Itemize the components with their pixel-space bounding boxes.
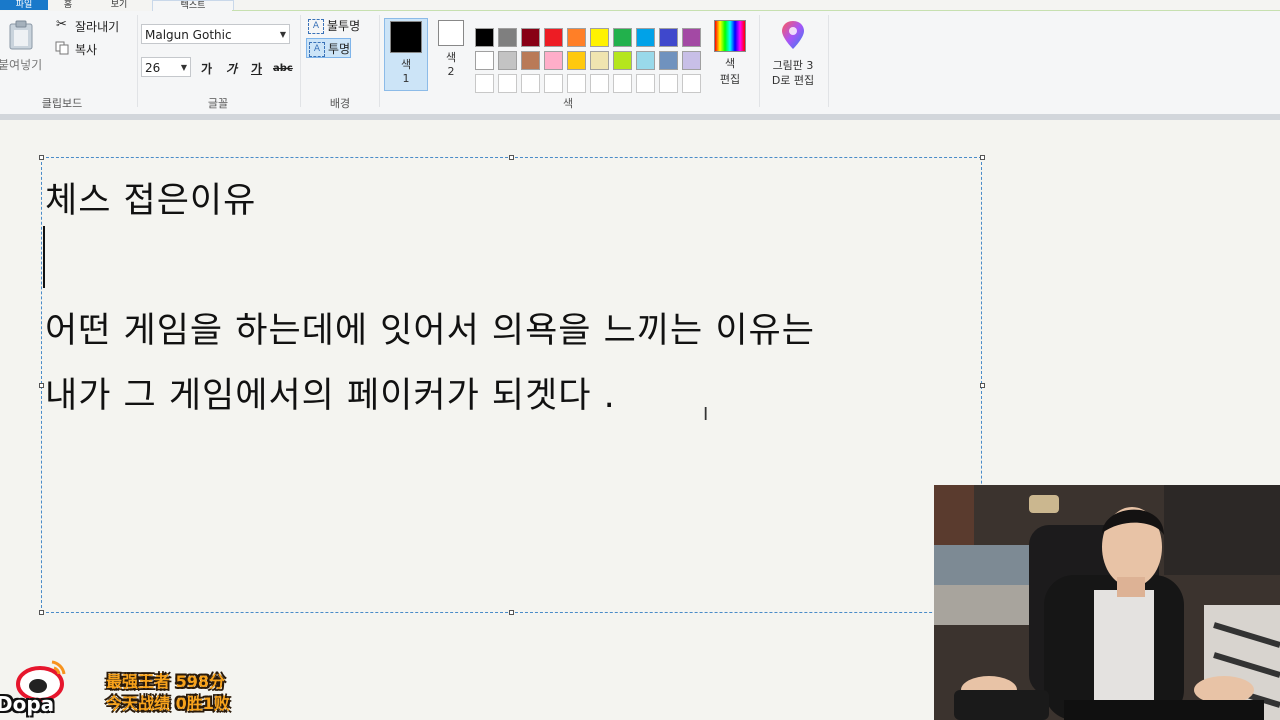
tab-text[interactable]: 텍스트 bbox=[152, 0, 234, 11]
palette-color-swatch[interactable] bbox=[567, 74, 586, 93]
palette-color-swatch[interactable] bbox=[521, 51, 540, 70]
text-line-title[interactable]: 체스 접은이유 bbox=[45, 172, 256, 223]
separator bbox=[828, 15, 829, 107]
tab-file[interactable]: 파일 bbox=[0, 0, 48, 10]
palette-color-swatch[interactable] bbox=[682, 28, 701, 47]
transparent-button[interactable]: A 투명 bbox=[306, 38, 352, 58]
tab-view[interactable]: 보기 bbox=[100, 0, 138, 10]
palette-color-swatch[interactable] bbox=[590, 28, 609, 47]
text-line-body[interactable]: 내가 그 게임에서의 페이커가 되겟다 . bbox=[45, 367, 616, 418]
webcam-image bbox=[934, 485, 1280, 720]
text-opaque-icon: A bbox=[308, 19, 324, 34]
font-group-label: 글꼴 bbox=[207, 97, 229, 110]
palette-color-swatch[interactable] bbox=[613, 51, 632, 70]
font-family-select[interactable]: Malgun Gothic ▼ bbox=[141, 24, 290, 44]
text-caret bbox=[43, 226, 45, 288]
palette-color-swatch[interactable] bbox=[521, 28, 540, 47]
color1-number: 1 bbox=[402, 72, 410, 85]
color2-label: 색 bbox=[445, 51, 457, 64]
palette-color-swatch[interactable] bbox=[475, 28, 494, 47]
color1-swatch bbox=[390, 21, 422, 53]
edit-colors-label-1: 색 bbox=[724, 57, 736, 70]
paste-icon bbox=[9, 20, 33, 50]
resize-handle[interactable] bbox=[39, 610, 44, 615]
color2-button[interactable]: 색 2 bbox=[429, 18, 473, 91]
copy-label: 복사 bbox=[75, 43, 98, 57]
palette-color-swatch[interactable] bbox=[567, 28, 586, 47]
palette-color-swatch[interactable] bbox=[521, 74, 540, 93]
separator bbox=[300, 15, 301, 107]
strikethrough-button[interactable]: abc bbox=[273, 63, 293, 74]
paint3d-label-2: D로 편집 bbox=[771, 74, 815, 87]
palette-color-swatch[interactable] bbox=[636, 74, 655, 93]
copy-icon bbox=[55, 41, 69, 55]
paint3d-label-1: 그림판 3 bbox=[772, 59, 814, 72]
color1-label: 색 bbox=[400, 58, 412, 71]
palette-color-swatch[interactable] bbox=[498, 74, 517, 93]
streamer-handle: Dopa bbox=[0, 692, 55, 716]
color1-button[interactable]: 색 1 bbox=[384, 18, 428, 91]
palette-color-swatch[interactable] bbox=[659, 28, 678, 47]
text-line-body[interactable]: 어떤 게임을 하는데에 잇어서 의욕을 느끼는 이유는 bbox=[45, 302, 815, 353]
chevron-down-icon: ▼ bbox=[279, 30, 286, 39]
cut-label: 잘라내기 bbox=[75, 20, 120, 34]
text-transparent-icon: A bbox=[309, 42, 325, 57]
palette-color-swatch[interactable] bbox=[613, 74, 632, 93]
palette-color-swatch[interactable] bbox=[636, 51, 655, 70]
separator bbox=[137, 15, 138, 107]
italic-button[interactable]: 가 bbox=[226, 60, 237, 77]
edit-colors-button[interactable]: 색 편집 bbox=[713, 20, 747, 87]
scissors-icon: ✂ bbox=[56, 17, 67, 32]
separator bbox=[379, 15, 380, 107]
font-family-value: Malgun Gothic bbox=[145, 28, 232, 42]
palette-color-swatch[interactable] bbox=[544, 51, 563, 70]
palette-color-swatch[interactable] bbox=[659, 51, 678, 70]
edit-with-paint3d-button[interactable]: 그림판 3 D로 편집 bbox=[764, 20, 822, 88]
palette-color-swatch[interactable] bbox=[475, 74, 494, 93]
resize-handle[interactable] bbox=[980, 155, 985, 160]
transparent-label: 투명 bbox=[328, 42, 351, 56]
palette-color-swatch[interactable] bbox=[659, 74, 678, 93]
palette-color-swatch[interactable] bbox=[475, 51, 494, 70]
today-record-text: 今天战绩 0胜1败 bbox=[106, 694, 230, 713]
color2-number: 2 bbox=[447, 65, 455, 78]
rank-score-text: 最强王者 598分 bbox=[106, 672, 225, 691]
palette-color-swatch[interactable] bbox=[544, 28, 563, 47]
palette-color-swatch[interactable] bbox=[590, 74, 609, 93]
palette-color-swatch[interactable] bbox=[613, 28, 632, 47]
ibeam-cursor-icon: I bbox=[703, 404, 709, 425]
opaque-label: 불투명 bbox=[327, 19, 361, 33]
paint3d-icon bbox=[782, 21, 804, 49]
background-group-label: 배경 bbox=[329, 97, 351, 110]
opaque-button[interactable]: A 불투명 bbox=[306, 16, 360, 36]
ribbon: 붙여넣기 ✂ 잘라내기 복사 클립보드 Malgun Gothic ▼ 26 ▼… bbox=[0, 11, 1280, 115]
bold-button[interactable]: 가 bbox=[201, 60, 212, 77]
webcam-overlay bbox=[934, 485, 1280, 720]
paste-label: 붙여넣기 bbox=[0, 58, 43, 72]
separator bbox=[759, 15, 760, 107]
underline-button[interactable]: 가 bbox=[251, 60, 262, 77]
palette-color-swatch[interactable] bbox=[682, 51, 701, 70]
palette-color-swatch[interactable] bbox=[636, 28, 655, 47]
resize-handle[interactable] bbox=[39, 383, 44, 388]
palette-color-swatch[interactable] bbox=[682, 74, 701, 93]
clipboard-group-label: 클립보드 bbox=[41, 97, 83, 110]
resize-handle[interactable] bbox=[509, 610, 514, 615]
resize-handle[interactable] bbox=[39, 155, 44, 160]
palette-color-swatch[interactable] bbox=[498, 28, 517, 47]
tab-home[interactable]: 홈 bbox=[54, 0, 82, 10]
edit-colors-icon bbox=[714, 20, 746, 52]
font-size-value: 26 bbox=[145, 61, 161, 75]
chevron-down-icon: ▼ bbox=[180, 63, 187, 72]
palette-color-swatch[interactable] bbox=[590, 51, 609, 70]
palette-color-swatch[interactable] bbox=[498, 51, 517, 70]
font-size-select[interactable]: 26 ▼ bbox=[141, 57, 191, 77]
palette-color-swatch[interactable] bbox=[544, 74, 563, 93]
color2-swatch bbox=[438, 20, 464, 46]
resize-handle[interactable] bbox=[509, 155, 514, 160]
resize-handle[interactable] bbox=[980, 383, 985, 388]
palette-color-swatch[interactable] bbox=[567, 51, 586, 70]
edit-colors-label-2: 편집 bbox=[719, 73, 741, 86]
colors-group-label: 색 bbox=[562, 97, 574, 110]
